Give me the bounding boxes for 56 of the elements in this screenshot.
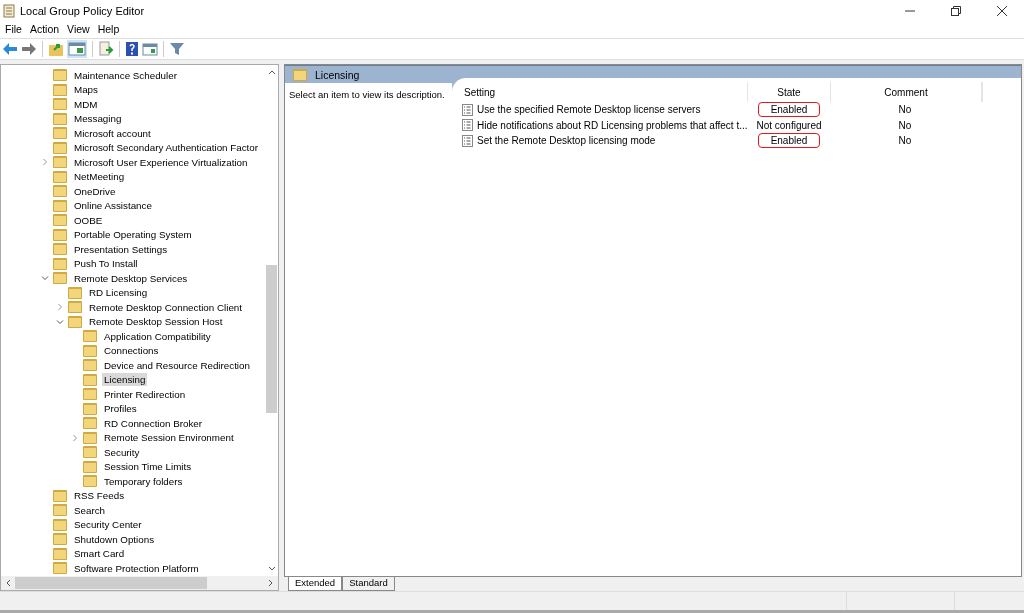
setting-name[interactable]: Hide notifications about RD Licensing problems that affect t...	[477, 119, 748, 131]
tree-item[interactable]: OOBE	[72, 213, 105, 227]
menu-item[interactable]: Help	[94, 23, 125, 35]
tree-item[interactable]: RD Connection Broker	[102, 416, 204, 430]
tree-item[interactable]: Microsoft Secondary Authentication Factor	[72, 141, 261, 155]
tree-item[interactable]: Shutdown Options	[72, 532, 157, 546]
tree-item[interactable]: Push To Install	[72, 257, 140, 271]
tree-item[interactable]: RD Licensing	[87, 286, 150, 300]
tree-item[interactable]: Messaging	[72, 112, 124, 126]
menu-item[interactable]: Action	[26, 23, 65, 35]
comment-value: No	[898, 119, 912, 131]
tree-item[interactable]: Maintenance Scheduler	[72, 68, 179, 82]
tree-item[interactable]: Temporary folders	[102, 474, 185, 488]
state-value: Enabled	[757, 102, 821, 118]
comment-value: No	[898, 104, 912, 116]
tree-item[interactable]: Remote Desktop Connection Client	[87, 300, 245, 314]
tree-item[interactable]: Connections	[102, 344, 161, 358]
tree-item[interactable]: Microsoft User Experience Virtualization	[72, 155, 250, 169]
tree-item[interactable]: Application Compatibility	[102, 329, 213, 343]
setting-name[interactable]: Set the Remote Desktop licensing mode	[477, 135, 656, 147]
column-header[interactable]: Setting	[452, 82, 748, 102]
tree-item[interactable]: Security	[102, 445, 142, 459]
menu-item[interactable]: View	[64, 23, 95, 35]
tree-item[interactable]: Device and Resource Redirection	[102, 358, 252, 372]
tree-item[interactable]: Portable Operating System	[72, 228, 194, 242]
window-title: Local Group Policy Editor	[20, 4, 145, 17]
tree-item[interactable]: Security Center	[72, 518, 144, 532]
tree-item[interactable]: Maps	[72, 83, 100, 97]
state-value: Enabled	[757, 133, 821, 149]
comment-value: No	[898, 135, 912, 147]
column-header[interactable]: State	[748, 82, 831, 102]
tree-item[interactable]: RSS Feeds	[72, 489, 127, 503]
tree-item[interactable]: OneDrive	[72, 184, 118, 198]
state-value: Not configured	[755, 118, 823, 133]
column-header[interactable]: Comment	[831, 82, 982, 102]
view-tab[interactable]: Standard	[342, 577, 395, 591]
tree-item[interactable]: Presentation Settings	[72, 242, 170, 256]
tree-item[interactable]: Smart Card	[72, 547, 127, 561]
tree-item[interactable]: Microsoft account	[72, 126, 153, 140]
tree-item[interactable]: MDM	[72, 97, 100, 111]
tree-item[interactable]: Remote Desktop Services	[72, 271, 190, 285]
tree-item[interactable]: Software Protection Platform	[72, 561, 201, 575]
tree-item[interactable]: Online Assistance	[72, 199, 154, 213]
tree-item[interactable]: Licensing	[102, 373, 148, 387]
tree-item[interactable]: Profiles	[102, 402, 139, 416]
menu-item[interactable]: File	[2, 23, 27, 35]
panel-title: Licensing	[315, 68, 360, 81]
tree-item[interactable]: NetMeeting	[72, 170, 127, 184]
description-text: Select an item to view its description.	[285, 83, 452, 576]
view-tab[interactable]: Extended	[288, 577, 343, 591]
setting-name[interactable]: Use the specified Remote Desktop license servers	[477, 104, 701, 116]
tree-item[interactable]: Remote Session Environment	[102, 431, 236, 445]
tree-item[interactable]: Session Time Limits	[102, 460, 194, 474]
tree-item[interactable]: Remote Desktop Session Host	[87, 315, 225, 329]
tree-item[interactable]: Search	[72, 503, 108, 517]
tree-item[interactable]: Printer Redirection	[102, 387, 188, 401]
